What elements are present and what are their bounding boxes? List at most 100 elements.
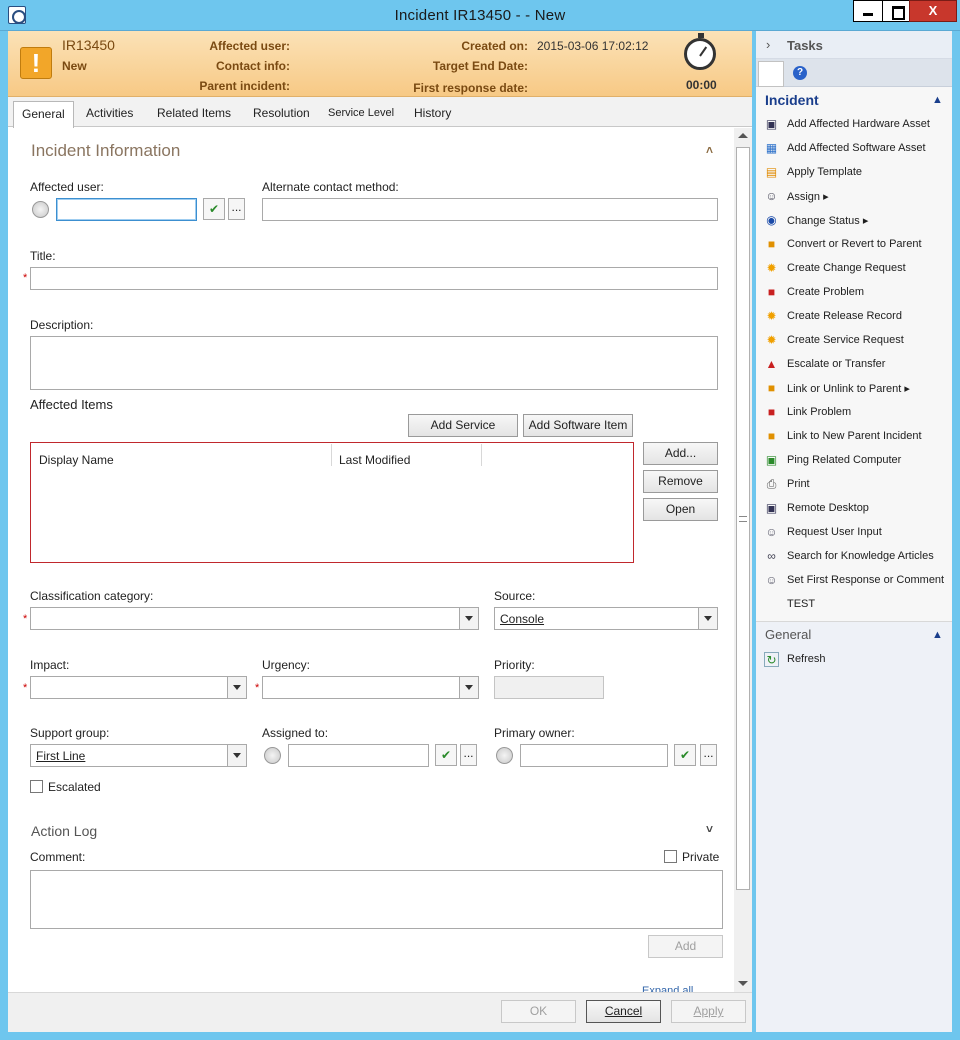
incident-status: New — [62, 59, 87, 73]
source-combo[interactable]: Console — [494, 607, 718, 630]
escalate-icon: ▲ — [765, 357, 778, 371]
chevron-down-icon[interactable] — [227, 677, 246, 698]
assigned-picker-icon[interactable]: ✔ — [435, 744, 457, 766]
task-create-change-request[interactable]: Create Change Request — [787, 262, 906, 274]
assigned-browse-button[interactable]: ... — [460, 744, 477, 766]
window-titlebar[interactable]: Incident IR13450 - - New — [0, 0, 960, 31]
private-checkbox[interactable] — [664, 850, 677, 863]
task-link-unlink-parent[interactable]: Link or Unlink to Parent ▸ — [787, 382, 910, 395]
task-add-affected-hardware[interactable]: Add Affected Hardware Asset — [787, 118, 930, 130]
tasks-divider — [756, 621, 952, 622]
chevron-down-icon[interactable] — [698, 608, 717, 629]
tasks-section-incident: Incident — [765, 92, 819, 108]
task-remote-desktop[interactable]: Remote Desktop — [787, 502, 869, 514]
priority-field — [494, 676, 604, 699]
impact-combo[interactable] — [30, 676, 247, 699]
primary-owner-input[interactable] — [520, 744, 668, 767]
task-create-problem[interactable]: Create Problem — [787, 286, 864, 298]
tasks-toggle-icon[interactable]: › — [766, 37, 770, 52]
collapse-general-icon[interactable]: ▲ — [932, 629, 943, 641]
urgency-combo[interactable] — [262, 676, 479, 699]
classification-combo[interactable] — [30, 607, 479, 630]
tab-activities[interactable]: Activities — [78, 101, 141, 127]
scroll-up-icon[interactable] — [738, 133, 748, 138]
task-add-affected-software[interactable]: Add Affected Software Asset — [787, 142, 926, 154]
window-title: Incident IR13450 - - New — [394, 7, 566, 24]
owner-picker-icon[interactable]: ✔ — [674, 744, 696, 766]
task-search-knowledge[interactable]: Search for Knowledge Articles — [787, 550, 934, 562]
grid-header-last-modified[interactable]: Last Modified — [339, 453, 410, 467]
knowledge-search-icon: ∞ — [767, 549, 776, 563]
assigned-to-input[interactable] — [288, 744, 429, 767]
tab-history[interactable]: History — [406, 101, 459, 127]
maximize-button[interactable] — [882, 0, 910, 22]
header-first-response-label: First response date: — [413, 81, 528, 95]
grid-header-display-name[interactable]: Display Name — [39, 453, 114, 467]
user-picker-icon[interactable]: ✔ — [203, 198, 225, 220]
task-apply-template[interactable]: Apply Template — [787, 166, 862, 178]
comment-textarea[interactable] — [30, 870, 723, 929]
tasks-tab-strip — [756, 59, 952, 87]
affected-user-input[interactable] — [56, 198, 197, 221]
task-create-release-record[interactable]: Create Release Record — [787, 310, 902, 322]
source-label: Source: — [494, 589, 536, 603]
add-software-item-button[interactable]: Add Software Item — [523, 414, 633, 437]
close-button[interactable]: X — [909, 0, 957, 22]
help-icon[interactable]: ? — [793, 66, 807, 80]
collapse-incident-icon[interactable]: ▲ — [932, 94, 943, 106]
apply-button[interactable]: Apply — [671, 1000, 746, 1023]
minimize-button[interactable] — [853, 0, 883, 22]
task-set-first-response[interactable]: Set First Response or Comment — [787, 574, 944, 586]
grid-add-button[interactable]: Add... — [643, 442, 718, 465]
add-comment-button[interactable]: Add — [648, 935, 723, 958]
tab-service-level[interactable]: Service Level — [320, 101, 402, 127]
support-group-combo[interactable]: First Line — [30, 744, 247, 767]
title-required-mark: * — [23, 272, 28, 284]
remote-desktop-icon: ▣ — [765, 501, 778, 515]
cancel-button[interactable]: Cancel — [586, 1000, 661, 1023]
impact-label: Impact: — [30, 658, 70, 672]
impact-required-mark: * — [23, 682, 28, 694]
tasks-clipboard-icon[interactable] — [758, 61, 784, 87]
first-response-icon: ☺ — [765, 573, 778, 587]
task-create-service-request[interactable]: Create Service Request — [787, 334, 904, 346]
chevron-down-icon[interactable] — [459, 608, 478, 629]
grid-remove-button[interactable]: Remove — [643, 470, 718, 493]
grid-column-separator[interactable] — [481, 444, 482, 466]
tab-related-items[interactable]: Related Items — [149, 101, 239, 127]
task-refresh[interactable]: Refresh — [787, 653, 826, 665]
chevron-down-icon[interactable] — [227, 745, 246, 766]
alt-contact-input[interactable] — [262, 198, 718, 221]
tasks-general-area — [756, 622, 952, 1032]
status-icon: ◉ — [766, 213, 777, 227]
task-change-status[interactable]: Change Status ▸ — [787, 214, 868, 227]
affected-items-grid[interactable] — [30, 442, 634, 563]
request-input-icon: ☺ — [765, 525, 778, 539]
add-service-button[interactable]: Add Service — [408, 414, 518, 437]
task-convert-revert-parent[interactable]: Convert or Revert to Parent — [787, 238, 922, 250]
task-assign[interactable]: Assign ▸ — [787, 190, 829, 203]
task-link-problem[interactable]: Link Problem — [787, 406, 851, 418]
escalated-checkbox[interactable] — [30, 780, 43, 793]
scroll-down-icon[interactable] — [738, 981, 748, 986]
affected-items-label: Affected Items — [30, 397, 113, 412]
grid-column-separator[interactable] — [331, 444, 332, 466]
grid-open-button[interactable]: Open — [643, 498, 718, 521]
expand-chevron-icon[interactable]: ˅ — [706, 822, 713, 836]
affected-user-browse-button[interactable]: ... — [228, 198, 245, 220]
task-request-user-input[interactable]: Request User Input — [787, 526, 882, 538]
task-ping-related-computer[interactable]: Ping Related Computer — [787, 454, 901, 466]
description-textarea[interactable] — [30, 336, 718, 390]
tab-general[interactable]: General — [13, 101, 74, 128]
owner-browse-button[interactable]: ... — [700, 744, 717, 766]
task-link-new-parent[interactable]: Link to New Parent Incident — [787, 430, 922, 442]
collapse-chevron-icon[interactable]: ˄ — [706, 143, 713, 157]
escalated-label: Escalated — [48, 780, 101, 794]
task-print[interactable]: Print — [787, 478, 810, 490]
title-input[interactable] — [30, 267, 718, 290]
chevron-down-icon[interactable] — [459, 677, 478, 698]
tab-resolution[interactable]: Resolution — [245, 101, 318, 127]
ok-button[interactable]: OK — [501, 1000, 576, 1023]
task-test[interactable]: TEST — [787, 598, 815, 610]
task-escalate-transfer[interactable]: Escalate or Transfer — [787, 358, 885, 370]
